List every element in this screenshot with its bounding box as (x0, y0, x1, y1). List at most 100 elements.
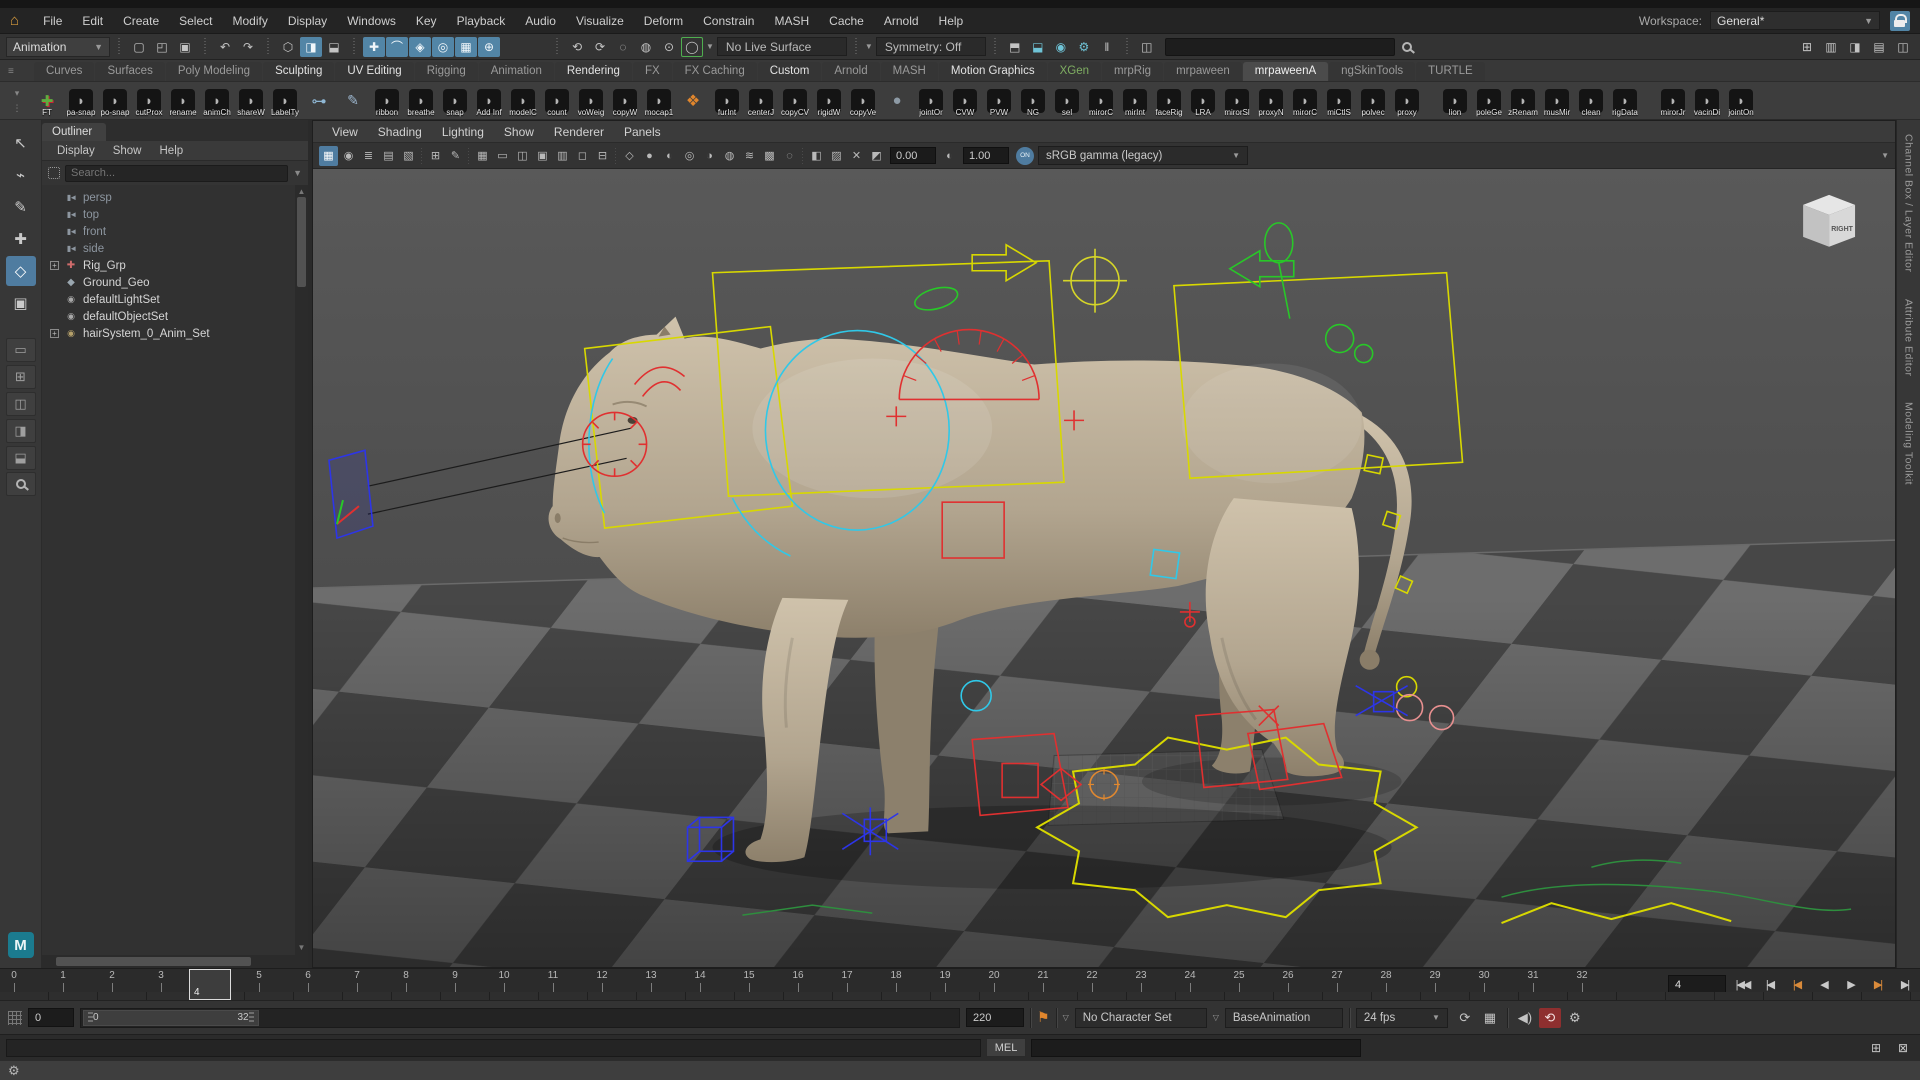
four-pane-layout-button[interactable]: ⊞ (6, 365, 36, 389)
viewport-menu-item[interactable]: Renderer (545, 123, 613, 141)
shelf-button[interactable]: rename (166, 84, 200, 118)
shelf-button[interactable]: ribbon (370, 84, 404, 118)
single-pane-layout-button[interactable]: ▭ (6, 338, 36, 362)
lock-selection-icon[interactable] (503, 37, 525, 57)
playblast-icon[interactable]: ▦ (1479, 1008, 1501, 1028)
keyable-attributes-icon[interactable]: ⊙ (658, 37, 680, 57)
shelf-button[interactable]: snap (438, 84, 472, 118)
menu-item[interactable]: File (33, 11, 72, 31)
shelf-button[interactable]: breathe (404, 84, 438, 118)
input-connection-icon[interactable]: ⟳ (589, 37, 611, 57)
chevron-down-icon[interactable]: ▽ (1063, 1013, 1069, 1022)
live-surface-field[interactable]: No Live Surface (717, 37, 847, 56)
snap-to-view-plane-icon[interactable]: ▦ (455, 37, 477, 57)
sep[interactable] (613, 148, 619, 164)
ipr-render-icon[interactable]: ◉ (1050, 37, 1072, 57)
menu-item[interactable]: Windows (337, 11, 406, 31)
expand-icon[interactable]: + (50, 329, 59, 338)
chevron-down-icon[interactable]: ▼ (865, 42, 873, 51)
shelf-button[interactable]: PVW (982, 84, 1016, 118)
snap-to-point-icon[interactable]: ◈ (409, 37, 431, 57)
outliner-item[interactable]: + side (48, 240, 295, 257)
rotate-tool[interactable]: ◇ (6, 256, 36, 286)
shelf-button[interactable]: Add Inf (472, 84, 506, 118)
shelf-button[interactable]: furInt (710, 84, 744, 118)
scrollbar-thumb[interactable] (297, 197, 306, 287)
shelf-tab[interactable]: XGen (1048, 62, 1101, 81)
outliner-item[interactable]: + defaultObjectSet (48, 308, 295, 325)
depth-of-field-icon[interactable]: ◌ (780, 146, 799, 166)
shelf-button[interactable]: mirorC (1084, 84, 1118, 118)
shelf-tab[interactable]: UV Editing (335, 62, 413, 81)
sep[interactable] (800, 148, 806, 164)
shelf-tab[interactable]: ngSkinTools (1329, 62, 1415, 81)
persp-outliner-layout-button[interactable]: ◫ (6, 392, 36, 416)
new-scene-icon[interactable]: ▢ (128, 37, 150, 57)
snap-to-projected-center-icon[interactable]: ◎ (432, 37, 454, 57)
shelf-tab[interactable]: Surfaces (95, 62, 164, 81)
shelf-tab[interactable]: MASH (881, 62, 938, 81)
scroll-down-icon[interactable]: ▼ (298, 943, 306, 953)
safe-title-icon[interactable]: ⊟ (593, 146, 612, 166)
animation-start-field[interactable]: 0 (28, 1008, 74, 1027)
right-panel-tab[interactable]: Attribute Editor (1903, 299, 1915, 376)
open-render-view-icon[interactable]: ⬒ (1004, 37, 1026, 57)
menu-item[interactable]: Create (113, 11, 169, 31)
outliner-item[interactable]: + defaultLightSet (48, 291, 295, 308)
menu-set-select[interactable]: Animation ▼ (6, 37, 110, 57)
open-scene-icon[interactable]: ◰ (151, 37, 173, 57)
shelf-tab[interactable]: Arnold (822, 62, 879, 81)
two-pane-side-layout-button[interactable]: ◨ (6, 419, 36, 443)
select-hierarchy-icon[interactable]: ⬡ (277, 37, 299, 57)
shelf-button[interactable]: mirorJr (1656, 84, 1690, 118)
shelf-button[interactable]: poleGe (1472, 84, 1506, 118)
gear-icon[interactable]: ⚙ (8, 1063, 20, 1079)
shelf-button[interactable]: proxyN (1254, 84, 1288, 118)
exposure-field[interactable]: 0.00 (890, 147, 936, 164)
shelf-menu-icon[interactable]: ≡ (8, 66, 15, 77)
shelf-button[interactable] (880, 84, 914, 118)
hypergraph-persp-layout-button[interactable]: ⬓ (6, 446, 36, 470)
shelf-button[interactable]: mirorSl (1220, 84, 1254, 118)
outliner-item[interactable]: + hairSystem_0_Anim_Set (48, 325, 295, 342)
shelf-options-icon[interactable]: ▾⋮ (4, 82, 30, 119)
menu-item[interactable]: Edit (72, 11, 113, 31)
textured-icon[interactable]: ◐ (660, 146, 679, 166)
screen-space-ao-icon[interactable]: ◍ (720, 146, 739, 166)
menu-item[interactable]: Select (169, 11, 222, 31)
color-management-toggle[interactable]: ON (1016, 147, 1034, 165)
command-language-toggle[interactable]: MEL (986, 1038, 1026, 1057)
live-surface-icon[interactable]: ◯ (681, 37, 703, 57)
shelf-tab[interactable]: Curves (34, 62, 94, 81)
menu-item[interactable]: Audio (515, 11, 566, 31)
shelf-button[interactable]: miCtlS (1322, 84, 1356, 118)
shelf-button[interactable]: copyCV (778, 84, 812, 118)
home-icon[interactable]: ⌂ (10, 12, 19, 29)
shelf-tab[interactable]: mrpaween (1164, 62, 1242, 81)
gate-mask-icon[interactable]: ▣ (533, 146, 552, 166)
viewport-menu-item[interactable]: Lighting (433, 123, 493, 141)
shelf-button[interactable]: modelC (506, 84, 540, 118)
motion-blur-icon[interactable]: ≋ (740, 146, 759, 166)
workspace-lock-icon[interactable] (1890, 11, 1910, 31)
outliner-item[interactable]: + top (48, 206, 295, 223)
shelf-tab[interactable]: Motion Graphics (939, 62, 1047, 81)
time-slider-bar[interactable] (0, 992, 1920, 1000)
show-channel-box-icon[interactable]: ◫ (1892, 37, 1914, 57)
toggle-sidebar-icon[interactable]: ◫ (1136, 37, 1158, 57)
command-result-field[interactable] (1031, 1039, 1361, 1057)
snap-to-grid-icon[interactable]: ✚ (363, 37, 385, 57)
shelf-button[interactable]: sel (1050, 84, 1084, 118)
construction-history-icon[interactable]: ◍ (635, 37, 657, 57)
shelf-button[interactable]: jointOn (1724, 84, 1758, 118)
shelf-button[interactable]: cutProx (132, 84, 166, 118)
group-divider[interactable] (1123, 38, 1131, 56)
outliner-search-field[interactable] (65, 165, 288, 182)
anti-aliasing-icon[interactable]: ▩ (760, 146, 779, 166)
wireframe-icon[interactable]: ◇ (620, 146, 639, 166)
shelf-button[interactable]: LabelTy (268, 84, 302, 118)
camera-attributes-icon[interactable]: ≣ (359, 146, 378, 166)
shelf-button[interactable]: clean (1574, 84, 1608, 118)
right-panel-tab[interactable]: Modeling Toolkit (1903, 402, 1915, 485)
pause-viewport-icon[interactable]: ‖ (1096, 37, 1118, 57)
